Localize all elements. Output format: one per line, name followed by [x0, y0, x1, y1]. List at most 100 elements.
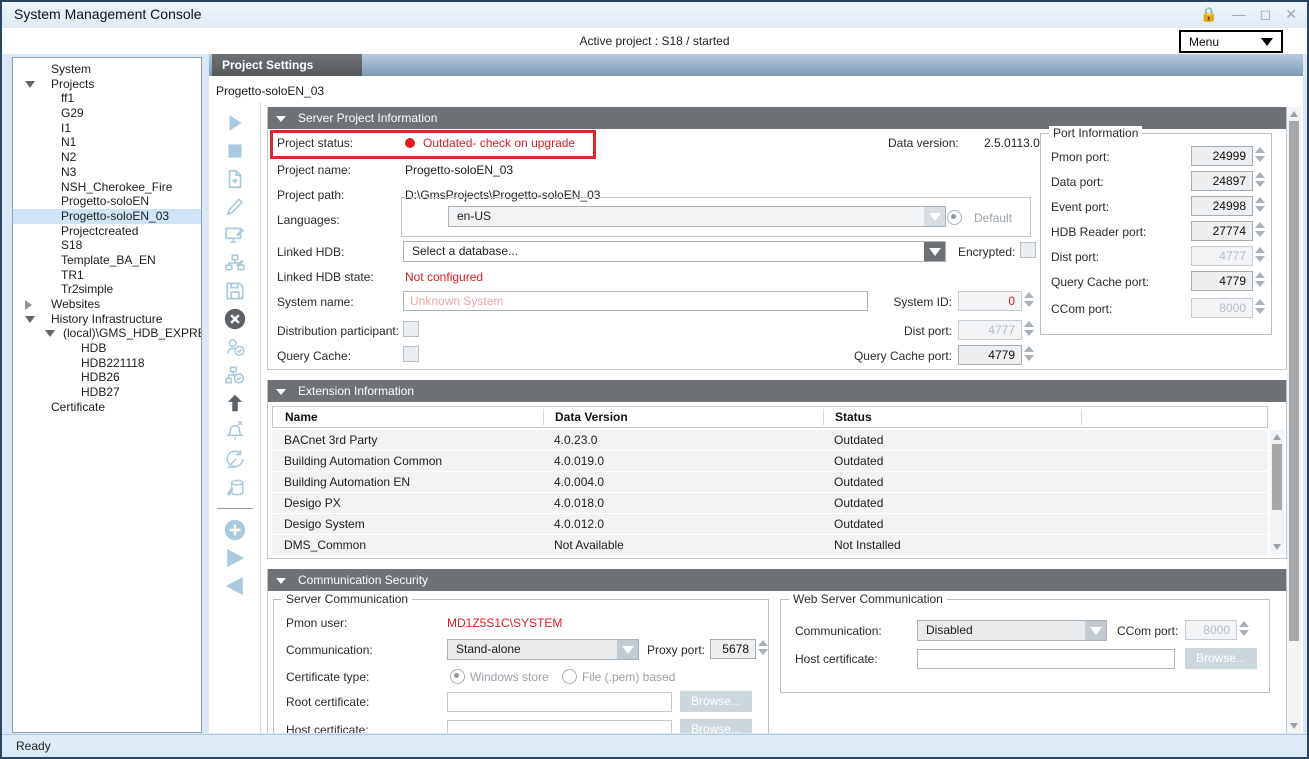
- restore-icon[interactable]: [222, 446, 248, 472]
- dist-port-spinner[interactable]: 4777: [958, 320, 1034, 340]
- tree-item[interactable]: S18: [13, 238, 201, 253]
- section-header[interactable]: Extension Information: [268, 380, 1286, 402]
- pem-file-radio[interactable]: [562, 669, 577, 684]
- languages-dropdown[interactable]: en-US: [448, 206, 946, 227]
- tree-item-history-infrastructure[interactable]: History Infrastructure: [13, 312, 201, 327]
- tree-item[interactable]: N2: [13, 150, 201, 165]
- table-scrollbar[interactable]: [1270, 430, 1284, 554]
- default-language-radio[interactable]: [947, 210, 962, 225]
- tree-item-system[interactable]: System: [13, 62, 201, 77]
- expander-icon[interactable]: [25, 316, 35, 323]
- scroll-thumb[interactable]: [1272, 444, 1282, 510]
- column-header-data-version[interactable]: Data Version: [555, 410, 628, 424]
- chevron-down-icon[interactable]: [617, 640, 638, 659]
- expander-icon[interactable]: [25, 81, 35, 88]
- maximize-button[interactable]: ◻: [1260, 5, 1272, 23]
- dist-port-spinner[interactable]: 4777: [1191, 246, 1265, 266]
- scroll-up-icon[interactable]: [1273, 434, 1281, 440]
- table-row[interactable]: Desigo PX4.0.018.0Outdated: [272, 493, 1268, 513]
- chevron-down-icon[interactable]: [1085, 621, 1106, 640]
- tree-item[interactable]: HDB27: [13, 385, 201, 400]
- query-cache-port-spinner[interactable]: 4779: [958, 345, 1034, 365]
- table-row[interactable]: Building Automation Common4.0.019.0Outda…: [272, 451, 1268, 471]
- query-cache-port-spinner[interactable]: 4779: [1191, 271, 1265, 291]
- chevron-down-icon[interactable]: [924, 242, 945, 261]
- system-name-input[interactable]: [403, 291, 868, 311]
- tree-item-hdb-express[interactable]: (local)\GMS_HDB_EXPRESS: [13, 326, 201, 341]
- web-host-certificate-browse-button[interactable]: Browse...: [1185, 648, 1257, 669]
- tree-item[interactable]: Projectcreated: [13, 224, 201, 239]
- spinner-arrows-icon[interactable]: [1255, 197, 1265, 212]
- collapse-icon[interactable]: [276, 116, 286, 122]
- root-certificate-browse-button[interactable]: Browse...: [680, 691, 752, 712]
- tree-item[interactable]: ff1: [13, 91, 201, 106]
- back-icon[interactable]: [222, 573, 248, 599]
- tree-item[interactable]: N3: [13, 165, 201, 180]
- disable-notifications-icon[interactable]: [222, 418, 248, 444]
- main-scrollbar[interactable]: [1287, 107, 1301, 733]
- expander-icon[interactable]: [25, 300, 32, 310]
- chevron-down-icon[interactable]: [924, 207, 945, 226]
- expander-icon[interactable]: [45, 330, 55, 337]
- spinner-arrows-icon[interactable]: [758, 640, 768, 655]
- web-ccom-port-spinner[interactable]: 8000: [1185, 620, 1249, 640]
- edit-display-icon[interactable]: [222, 222, 248, 248]
- cleanup-icon[interactable]: [222, 474, 248, 500]
- close-button[interactable]: ✕: [1285, 5, 1297, 23]
- web-communication-dropdown[interactable]: Disabled: [917, 620, 1107, 641]
- web-host-certificate-input[interactable]: [917, 649, 1175, 669]
- minimize-button[interactable]: —: [1232, 5, 1246, 23]
- linked-hdb-dropdown[interactable]: Select a database...: [403, 241, 946, 262]
- ccom-port-spinner[interactable]: 8000: [1191, 298, 1265, 318]
- add-icon[interactable]: [222, 517, 248, 543]
- user-check-icon[interactable]: [222, 334, 248, 360]
- scroll-down-icon[interactable]: [1290, 723, 1298, 729]
- tree-item[interactable]: NSH_Cherokee_Fire: [13, 180, 201, 195]
- spinner-arrows-icon[interactable]: [1255, 299, 1265, 314]
- table-row[interactable]: Desigo System4.0.012.0Outdated: [272, 514, 1268, 534]
- scroll-down-icon[interactable]: [1273, 544, 1281, 550]
- encrypted-checkbox[interactable]: [1020, 242, 1036, 258]
- save-icon[interactable]: [222, 278, 248, 304]
- activate-icon[interactable]: [222, 545, 248, 571]
- spinner-arrows-icon[interactable]: [1255, 172, 1265, 187]
- event-port-spinner[interactable]: 24998: [1191, 196, 1265, 216]
- pmon-port-spinner[interactable]: 24999: [1191, 146, 1265, 166]
- edit-network-icon[interactable]: [222, 250, 248, 276]
- host-certificate-browse-button[interactable]: Browse...: [680, 719, 752, 733]
- tree-item[interactable]: HDB221118: [13, 356, 201, 371]
- tree-item[interactable]: G29: [13, 106, 201, 121]
- cancel-icon[interactable]: [222, 306, 248, 332]
- spinner-arrows-icon[interactable]: [1239, 621, 1249, 636]
- spinner-arrows-icon[interactable]: [1255, 247, 1265, 262]
- tree-item[interactable]: HDB: [13, 341, 201, 356]
- windows-store-radio[interactable]: [450, 669, 465, 684]
- tree-item-websites[interactable]: Websites: [13, 297, 201, 312]
- spinner-arrows-icon[interactable]: [1024, 292, 1034, 307]
- scroll-thumb[interactable]: [1289, 121, 1299, 641]
- tree-item[interactable]: N1: [13, 135, 201, 150]
- tab-project-settings[interactable]: Project Settings: [212, 54, 362, 76]
- tree-item-certificate[interactable]: Certificate: [13, 400, 201, 415]
- host-certificate-input[interactable]: [447, 720, 672, 733]
- spinner-arrows-icon[interactable]: [1024, 346, 1034, 361]
- tree-item-selected[interactable]: Progetto-soloEN_03: [13, 209, 201, 224]
- proxy-port-spinner[interactable]: 5678: [710, 639, 768, 659]
- hdb-reader-port-spinner[interactable]: 27774: [1191, 221, 1265, 241]
- distribution-participant-checkbox[interactable]: [403, 321, 419, 337]
- upgrade-project-icon[interactable]: [222, 390, 248, 416]
- collapse-icon[interactable]: [276, 389, 286, 395]
- system-id-spinner[interactable]: 0: [958, 291, 1034, 311]
- tree-item[interactable]: Progetto-soloEN: [13, 194, 201, 209]
- edit-project-icon[interactable]: [222, 194, 248, 220]
- tree-item[interactable]: Template_BA_EN: [13, 253, 201, 268]
- spinner-arrows-icon[interactable]: [1024, 321, 1034, 336]
- root-certificate-input[interactable]: [447, 692, 672, 712]
- new-project-icon[interactable]: [222, 166, 248, 192]
- menu-dropdown[interactable]: Menu: [1179, 30, 1283, 53]
- collapse-icon[interactable]: [276, 578, 286, 584]
- data-port-spinner[interactable]: 24897: [1191, 171, 1265, 191]
- tree-item[interactable]: TR1: [13, 268, 201, 283]
- server-communication-dropdown[interactable]: Stand-alone: [447, 639, 639, 660]
- column-header-status[interactable]: Status: [835, 410, 872, 424]
